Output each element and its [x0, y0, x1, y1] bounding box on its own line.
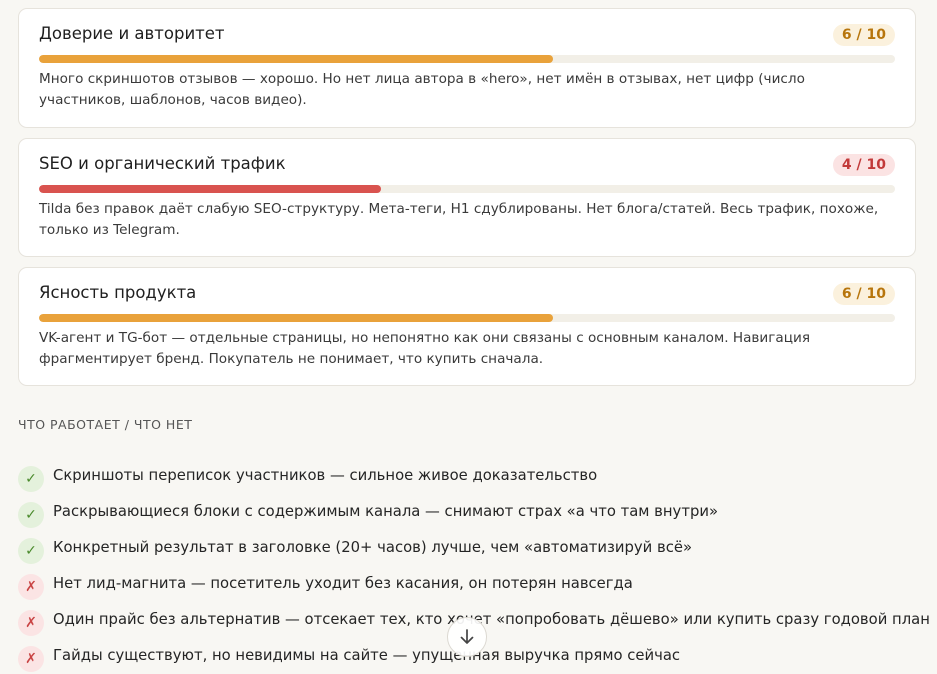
check-icon: ✓: [18, 466, 44, 492]
arrow-down-icon: [460, 629, 474, 644]
check-icon: ✓: [18, 502, 44, 528]
card-description: Много скриншотов отзывов — хорошо. Но не…: [39, 71, 805, 108]
card-description: VK-агент и TG-бот — отдельные страницы, …: [39, 330, 810, 367]
list-item-text: Нет лид-магнита — посетитель уходит без …: [53, 575, 633, 592]
score-badge: 4 / 10: [832, 154, 895, 176]
progress-track: [39, 55, 895, 63]
list-item: ✓ Скриншоты переписок участников — сильн…: [18, 458, 918, 494]
list-item-text: Конкретный результат в заголовке (20+ ча…: [53, 539, 692, 556]
check-icon: ✓: [18, 538, 44, 564]
scroll-down-button[interactable]: [447, 617, 487, 657]
score-badge: 6 / 10: [832, 24, 895, 46]
card-description: Tilda без правок даёт слабую SEO-структу…: [39, 201, 879, 238]
score-card-seo: SEO и органический трафик 4 / 10 Tilda б…: [18, 138, 916, 257]
score-card-trust: Доверие и авторитет 6 / 10 Много скриншо…: [18, 8, 916, 128]
list-item: ✓ Раскрывающиеся блоки с содержимым кана…: [18, 494, 918, 530]
cross-icon: ✗: [18, 646, 44, 672]
progress-fill: [39, 55, 553, 63]
progress-fill: [39, 314, 553, 322]
card-title: Доверие и авторитет: [39, 24, 225, 43]
progress-fill: [39, 185, 382, 193]
list-item-text: Гайды существуют, но невидимы на сайте —…: [53, 647, 681, 664]
list-item: ✗ Нет лид-магнита — посетитель уходит бе…: [18, 566, 918, 602]
card-title: SEO и органический трафик: [39, 154, 286, 173]
card-title: Ясность продукта: [39, 283, 197, 302]
score-badge: 6 / 10: [832, 283, 895, 305]
list-item-text: Один прайс без альтернатив — отсекает те…: [53, 611, 930, 628]
list-item-text: Скриншоты переписок участников — сильное…: [53, 467, 598, 484]
cross-icon: ✗: [18, 574, 44, 600]
section-label: ЧТО РАБОТАЕТ / ЧТО НЕТ: [18, 417, 193, 432]
score-card-product-clarity: Ясность продукта 6 / 10 VK-агент и TG-бо…: [18, 267, 916, 386]
list-item: ✓ Конкретный результат в заголовке (20+ …: [18, 530, 918, 566]
progress-track: [39, 185, 895, 193]
cross-icon: ✗: [18, 610, 44, 636]
list-item-text: Раскрывающиеся блоки с содержимым канала…: [53, 503, 718, 520]
progress-track: [39, 314, 895, 322]
